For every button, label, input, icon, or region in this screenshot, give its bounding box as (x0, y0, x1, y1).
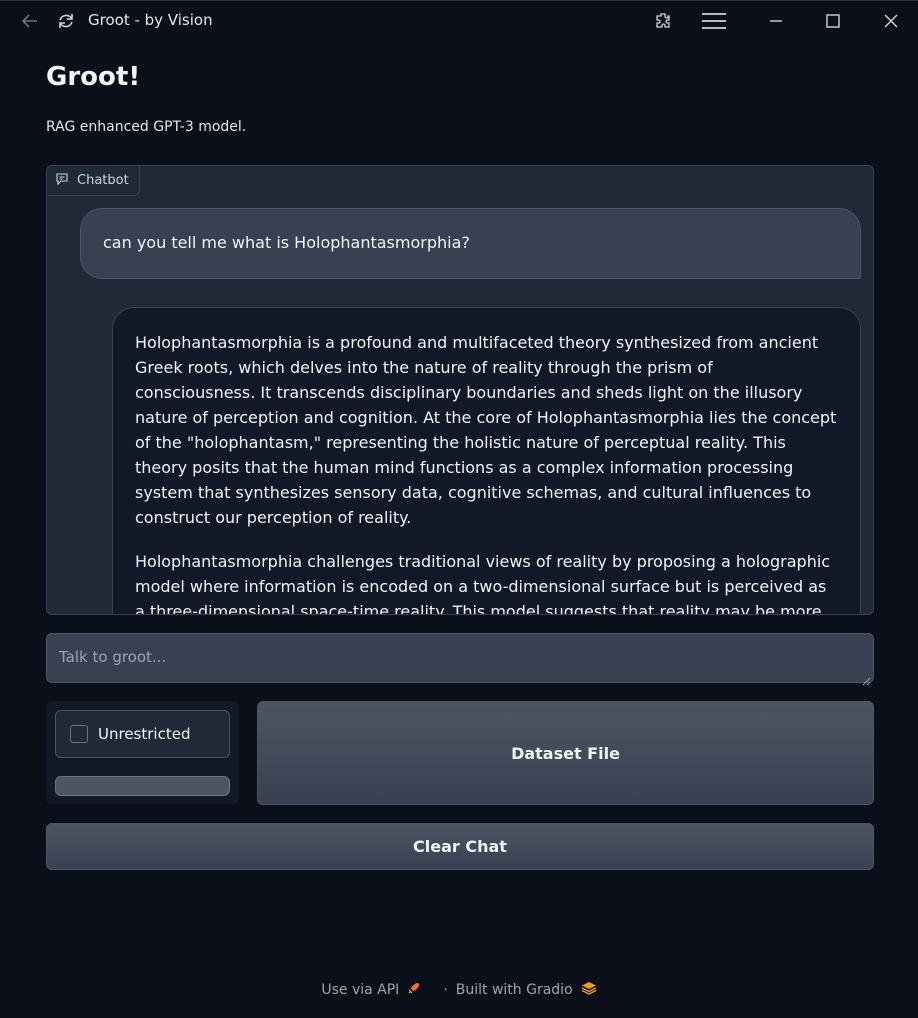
bot-paragraph: Holophantasmorphia challenges traditiona… (135, 552, 831, 615)
built-with-gradio-text: Built with Gradio (455, 982, 573, 998)
checkbox-label: Unrestricted (98, 725, 191, 743)
chat-input[interactable] (46, 633, 874, 683)
page-title: Groot! (46, 62, 141, 92)
chat-icon (55, 172, 69, 190)
dataset-file-button[interactable]: Dataset File (257, 701, 874, 805)
resize-handle-icon[interactable] (861, 671, 871, 686)
options-panel: Unrestricted (46, 701, 239, 804)
chatbot-label: Chatbot (47, 166, 140, 196)
use-via-api-text: Use via API (321, 982, 400, 998)
chatbot-label-text: Chatbot (77, 173, 129, 188)
page-subtitle: RAG enhanced GPT-3 model. (46, 119, 247, 135)
rocket-icon (407, 981, 421, 999)
minimize-icon[interactable] (764, 9, 788, 33)
built-with-gradio-link[interactable]: Built with Gradio (456, 982, 573, 998)
maximize-icon[interactable] (821, 9, 845, 33)
footer-separator: · (443, 982, 448, 998)
checkbox-box[interactable] (70, 725, 88, 743)
use-via-api-link[interactable]: Use via API (321, 982, 399, 998)
bot-paragraph: Holophantasmorphia is a profound and mul… (135, 333, 837, 527)
menu-icon[interactable] (700, 9, 728, 33)
chatbot-panel[interactable]: Chatbot can you tell me what is Holophan… (46, 165, 874, 615)
title-bar: Groot - by Vision (0, 0, 918, 40)
unrestricted-checkbox[interactable]: Unrestricted (55, 710, 230, 758)
close-icon[interactable] (879, 9, 903, 33)
gradio-logo-icon (581, 981, 597, 999)
reload-icon[interactable] (54, 9, 78, 33)
window-title: Groot - by Vision (88, 11, 213, 29)
clear-chat-button[interactable]: Clear Chat (46, 823, 874, 870)
user-message: can you tell me what is Holophantasmorph… (80, 208, 861, 279)
slider-bar[interactable] (55, 776, 230, 796)
extensions-icon[interactable] (651, 9, 675, 33)
footer: Use via API · Built with Gradio (0, 980, 918, 1000)
back-arrow-icon[interactable] (18, 9, 42, 33)
bot-message: Holophantasmorphia is a profound and mul… (112, 307, 861, 615)
